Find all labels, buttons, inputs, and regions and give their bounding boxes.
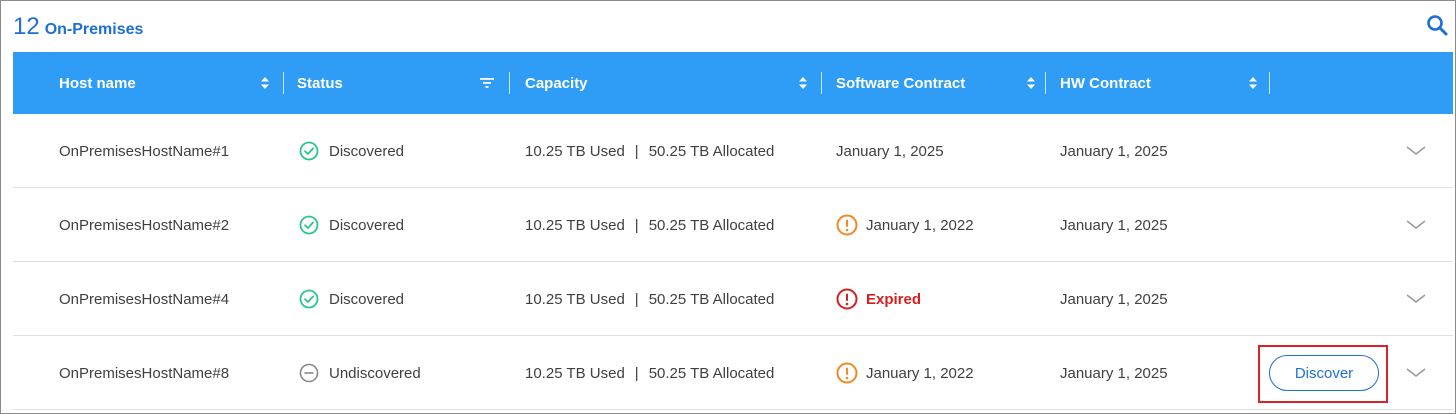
status-cell: Discovered xyxy=(299,114,404,188)
host-name-cell: OnPremisesHostName#1 xyxy=(59,142,230,160)
sort-icon[interactable] xyxy=(795,75,811,91)
column-divider xyxy=(283,72,284,94)
column-header-label: HW Contract xyxy=(1060,74,1151,92)
capacity-allocated: 50.25 TB Allocated xyxy=(648,142,775,160)
software-contract-date: January 1, 2025 xyxy=(836,142,944,160)
column-header-software-contract[interactable]: Software Contract xyxy=(836,52,965,114)
column-header-label: Host name xyxy=(59,74,136,92)
status-text: Undiscovered xyxy=(329,364,421,382)
capacity-allocated: 50.25 TB Allocated xyxy=(648,290,775,308)
minus-circle-icon xyxy=(299,363,319,383)
host-count: 12 xyxy=(13,13,40,40)
on-premises-panel: 12 On-Premises Host name Status Capacity xyxy=(0,0,1456,414)
sort-icon[interactable] xyxy=(1245,75,1261,91)
column-header-label: Software Contract xyxy=(836,74,966,92)
software-contract-date: January 1, 2022 xyxy=(866,216,974,234)
chevron-down-icon[interactable] xyxy=(1405,140,1427,162)
status-cell: Discovered xyxy=(299,262,404,336)
hw-contract-cell: January 1, 2025 xyxy=(1060,216,1168,234)
capacity-used: 10.25 TB Used xyxy=(525,364,625,382)
software-contract-cell: Expired xyxy=(836,262,921,336)
status-text: Discovered xyxy=(329,290,405,308)
check-circle-icon xyxy=(299,215,319,235)
filter-icon[interactable] xyxy=(479,75,495,91)
software-contract-cell: January 1, 2022 xyxy=(836,336,974,410)
table-row[interactable]: OnPremisesHostName#2 Discovered 10.25 TB… xyxy=(13,188,1453,262)
warning-icon xyxy=(836,214,858,236)
host-name-cell: OnPremisesHostName#4 xyxy=(59,290,230,308)
capacity-used: 10.25 TB Used xyxy=(525,290,625,308)
status-cell: Discovered xyxy=(299,188,404,262)
check-circle-icon xyxy=(299,141,319,161)
chevron-down-icon[interactable] xyxy=(1405,288,1427,310)
hw-contract-cell: January 1, 2025 xyxy=(1060,142,1168,160)
panel-title: 12 On-Premises xyxy=(13,9,143,45)
capacity-cell: 10.25 TB Used | 50.25 TB Allocated xyxy=(525,188,774,262)
column-divider xyxy=(509,72,510,94)
error-icon xyxy=(836,288,858,310)
software-contract-date: January 1, 2022 xyxy=(866,364,974,382)
column-header-host-name[interactable]: Host name xyxy=(59,52,136,114)
search-icon[interactable] xyxy=(1425,13,1449,37)
column-divider xyxy=(1045,72,1046,94)
capacity-cell: 10.25 TB Used | 50.25 TB Allocated xyxy=(525,336,774,410)
capacity-allocated: 50.25 TB Allocated xyxy=(648,216,775,234)
table-row[interactable]: OnPremisesHostName#8 Undiscovered 10.25 … xyxy=(13,336,1453,410)
sort-icon[interactable] xyxy=(1023,75,1039,91)
column-header-status[interactable]: Status xyxy=(297,52,343,114)
sort-icon[interactable] xyxy=(257,75,273,91)
column-header-label: Capacity xyxy=(525,74,588,92)
warning-icon xyxy=(836,362,858,384)
column-header-hw-contract[interactable]: HW Contract xyxy=(1060,52,1151,114)
software-contract-expired: Expired xyxy=(866,290,922,308)
capacity-used: 10.25 TB Used xyxy=(525,142,625,160)
software-contract-cell: January 1, 2025 xyxy=(836,114,944,188)
discover-button[interactable]: Discover xyxy=(1269,355,1379,391)
host-name-cell: OnPremisesHostName#8 xyxy=(59,364,230,382)
host-name-cell: OnPremisesHostName#2 xyxy=(59,216,230,234)
capacity-used: 10.25 TB Used xyxy=(525,216,625,234)
column-divider xyxy=(821,72,822,94)
status-text: Discovered xyxy=(329,216,405,234)
table-row[interactable]: OnPremisesHostName#1 Discovered 10.25 TB… xyxy=(13,114,1453,188)
status-cell: Undiscovered xyxy=(299,336,421,410)
table-header: Host name Status Capacity Software Contr… xyxy=(13,52,1453,114)
capacity-separator: | xyxy=(634,216,639,234)
capacity-allocated: 50.25 TB Allocated xyxy=(648,364,775,382)
column-divider xyxy=(1269,72,1270,94)
capacity-cell: 10.25 TB Used | 50.25 TB Allocated xyxy=(525,114,774,188)
capacity-separator: | xyxy=(634,290,639,308)
chevron-down-icon[interactable] xyxy=(1405,214,1427,236)
panel-title-label: On-Premises xyxy=(44,21,144,38)
software-contract-cell: January 1, 2022 xyxy=(836,188,974,262)
hw-contract-cell: January 1, 2025 xyxy=(1060,364,1168,382)
capacity-separator: | xyxy=(634,364,639,382)
hw-contract-cell: January 1, 2025 xyxy=(1060,290,1168,308)
column-header-label: Status xyxy=(297,74,343,92)
column-header-capacity[interactable]: Capacity xyxy=(525,52,588,114)
chevron-down-icon[interactable] xyxy=(1405,362,1427,384)
capacity-separator: | xyxy=(634,142,639,160)
capacity-cell: 10.25 TB Used | 50.25 TB Allocated xyxy=(525,262,774,336)
status-text: Discovered xyxy=(329,142,405,160)
check-circle-icon xyxy=(299,289,319,309)
table-row[interactable]: OnPremisesHostName#4 Discovered 10.25 TB… xyxy=(13,262,1453,336)
